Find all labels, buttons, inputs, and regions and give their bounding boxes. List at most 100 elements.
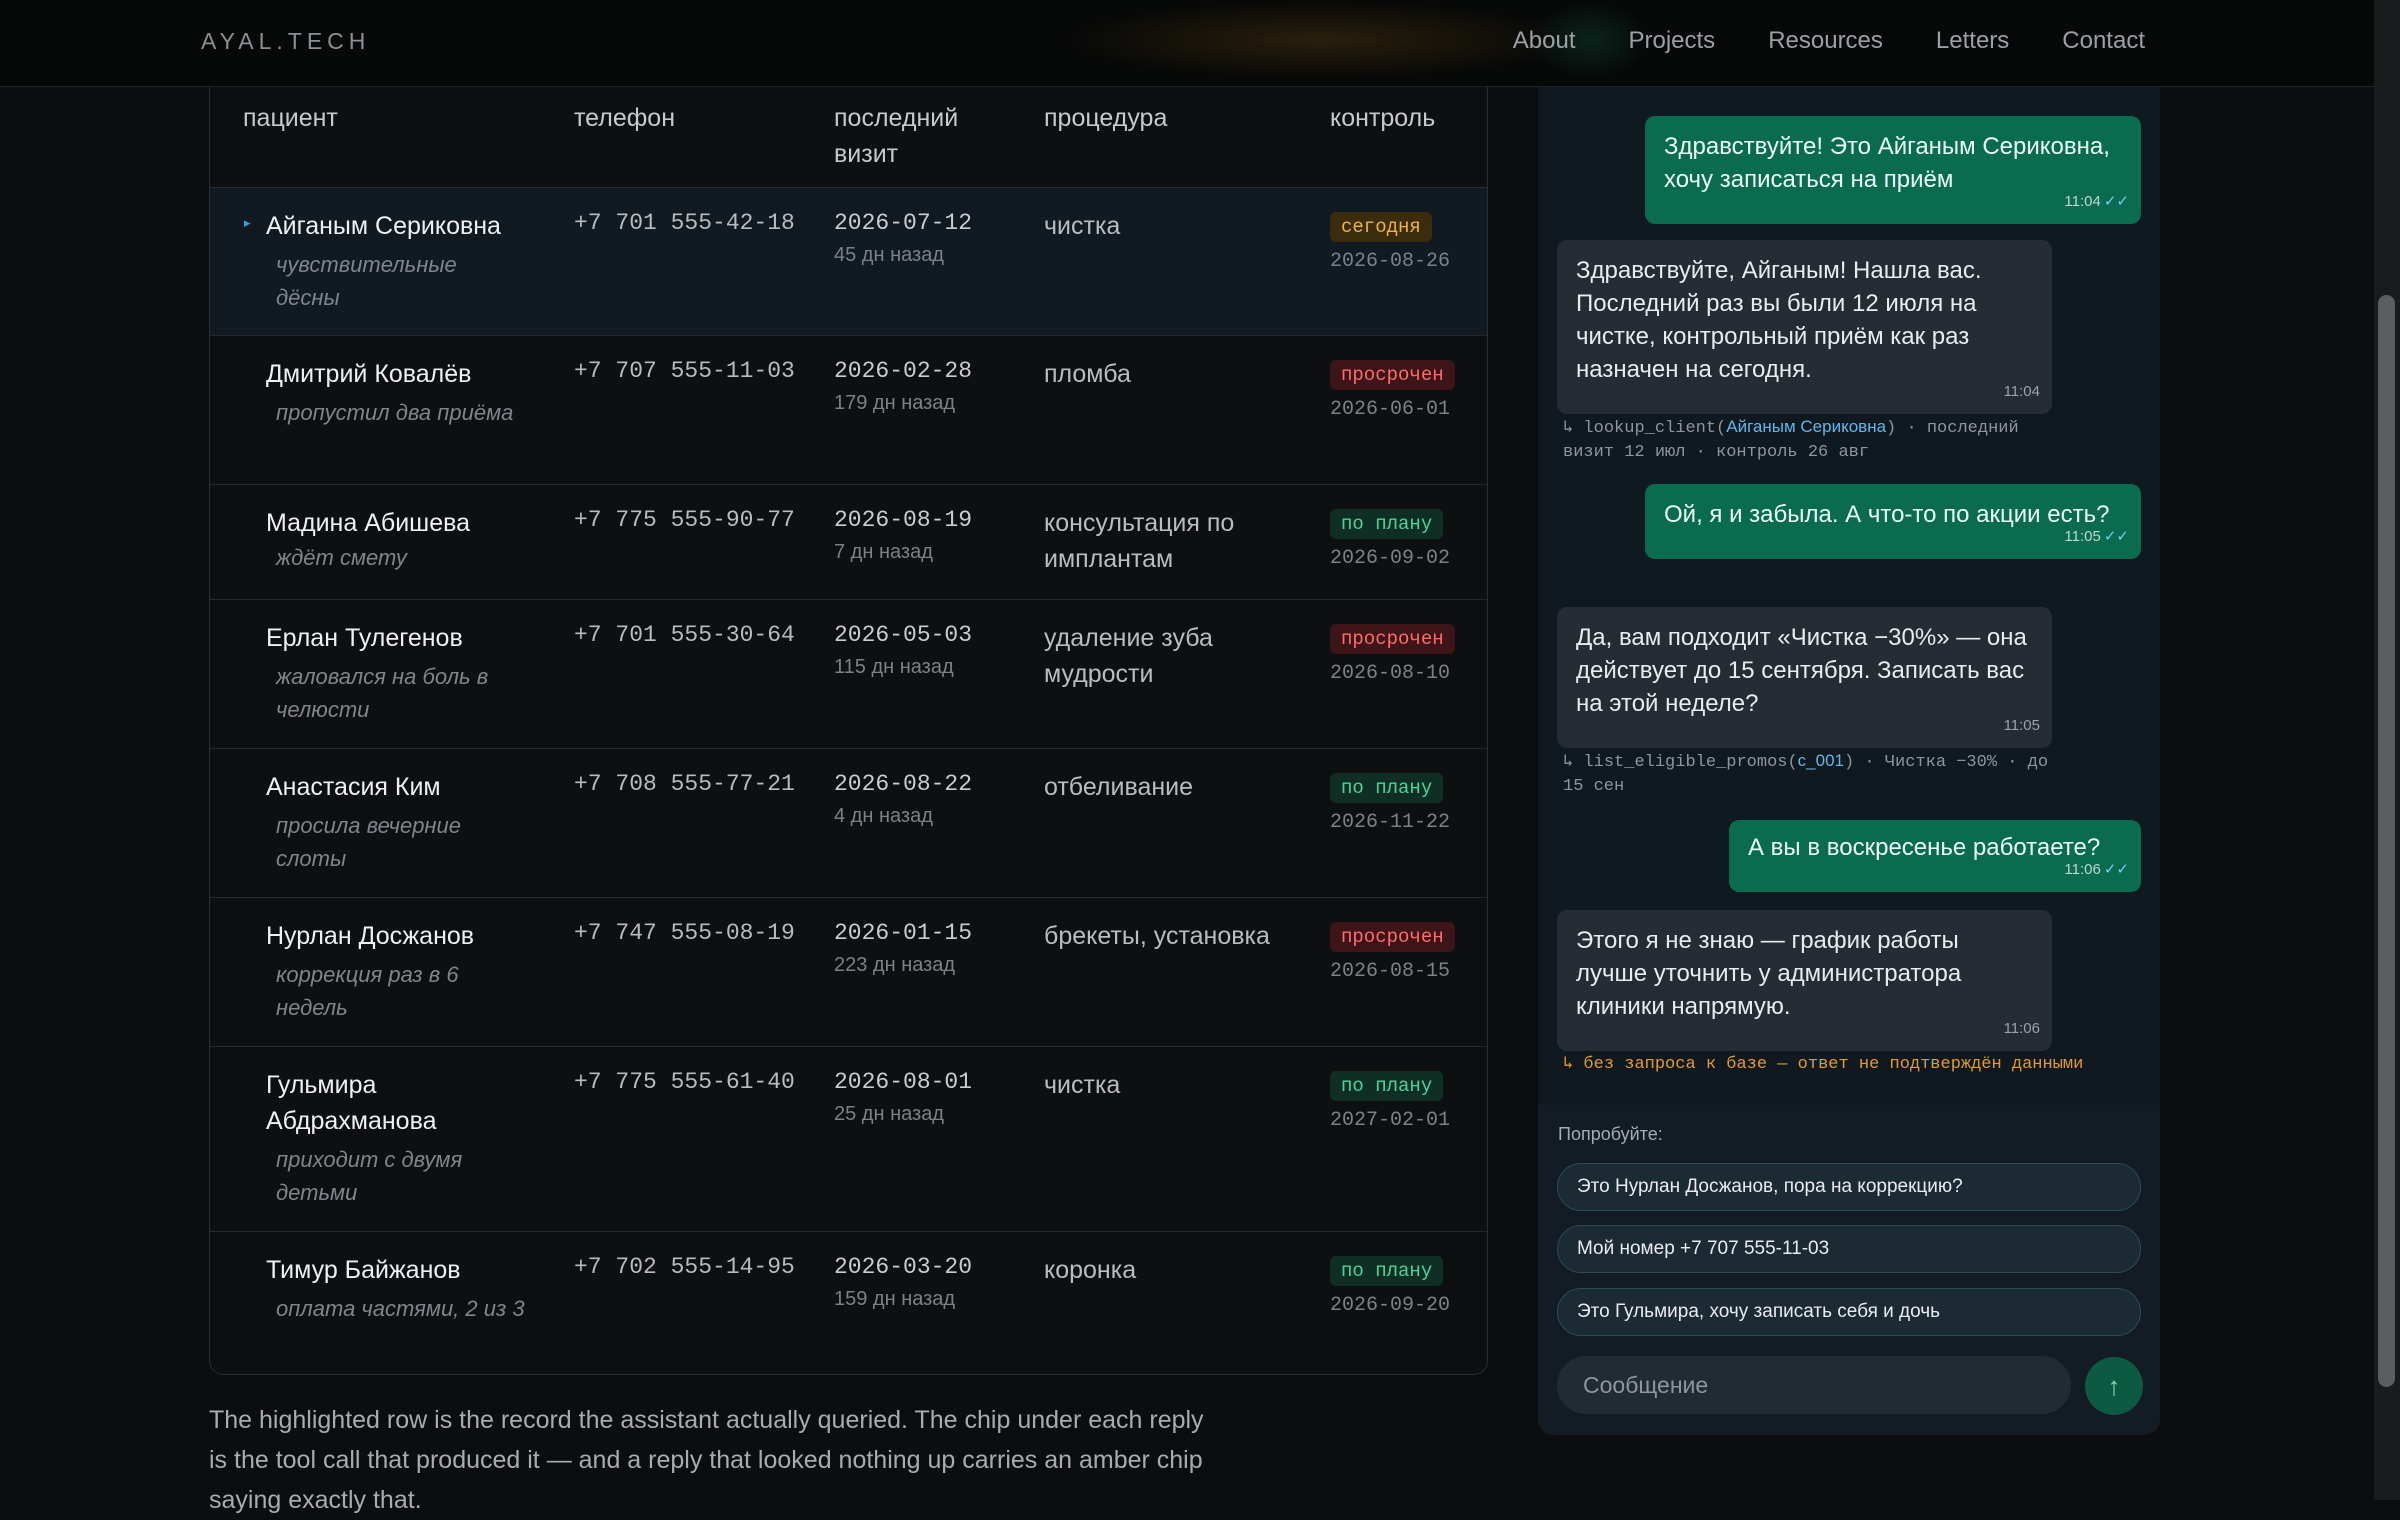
read-receipt-icon: ✓✓	[2103, 193, 2129, 210]
patient-note: жаловался на боль в челюсти	[276, 664, 489, 722]
patient-name: Гульмира Абдрахманова	[266, 1071, 437, 1135]
message-text: Здравствуйте, Айганым! Нашла вас. Послед…	[1576, 257, 1982, 383]
table-row[interactable]: Ерлан Тулегенов жаловался на боль в челю…	[210, 600, 1487, 749]
last-visit-ago: 159 дн назад	[834, 1288, 956, 1310]
last-visit-date: 2026-07-12	[834, 210, 973, 236]
last-visit-ago: 25 дн назад	[834, 1103, 944, 1125]
site-logo[interactable]: AYAL.TECH	[201, 28, 370, 55]
patient-phone: +7 775 555-61-40	[574, 1069, 795, 1095]
chat-panel: Здравствуйте! Это Айганым Сериковна, хоч…	[1538, 60, 2160, 1435]
table-row[interactable]: Анастасия Ким просила вечерние слоты +7 …	[210, 749, 1487, 898]
tool-call-prefix: ↳ lookup_client(	[1563, 419, 1727, 438]
procedure: отбеливание	[1044, 773, 1194, 801]
message-meta: 11:06 ✓✓	[2064, 853, 2129, 886]
patient-note: просила вечерние слоты	[276, 813, 462, 871]
suggestions-label: Попробуйте:	[1558, 1124, 1663, 1144]
last-visit-date: 2026-05-03	[834, 622, 973, 648]
top-navigation-bar: AYAL.TECH About Projects Resources Lette…	[0, 0, 2374, 87]
message-time: 11:05	[2003, 717, 2040, 734]
message-incoming: Да, вам подходит «Чистка −30%» — она дей…	[1557, 607, 2052, 748]
nav-link-projects[interactable]: Projects	[1628, 27, 1715, 55]
read-receipt-icon: ✓✓	[2103, 861, 2129, 878]
status-badge: по плану	[1330, 509, 1444, 539]
status-badge: сегодня	[1330, 212, 1432, 242]
procedure: коронка	[1044, 1256, 1137, 1284]
patient-note: пропустил два приёма	[276, 400, 514, 425]
message-text: Здравствуйте! Это Айганым Сериковна, хоч…	[1664, 133, 2110, 193]
send-button[interactable]: ↑	[2085, 1357, 2143, 1415]
table-row[interactable]: Дмитрий Ковалёв пропустил два приёма +7 …	[210, 336, 1487, 485]
column-header-patient: пациент	[243, 104, 338, 132]
unverified-reply-chip: ↳ без запроса к базе — ответ не подтверж…	[1563, 1055, 2084, 1074]
control-date: 2026-08-10	[1330, 662, 1451, 685]
column-header-last-visit-line1: последний	[834, 104, 959, 132]
nav-link-letters[interactable]: Letters	[1936, 27, 2009, 55]
table-row[interactable]: Мадина Абишева ждёт смету +7 775 555-90-…	[210, 485, 1487, 600]
nav-link-resources[interactable]: Resources	[1768, 27, 1883, 55]
message-outgoing: Ой, я и забыла. А что-то по акции есть? …	[1645, 484, 2141, 559]
message-time: 11:05	[2064, 528, 2101, 545]
last-visit-ago: 45 дн назад	[834, 244, 944, 266]
tool-call-arg: c_001	[1797, 751, 1844, 770]
nav-link-about[interactable]: About	[1513, 27, 1576, 55]
control-date: 2026-08-15	[1330, 960, 1451, 983]
suggestion-chip[interactable]: Мой номер +7 707 555-11-03	[1557, 1225, 2141, 1273]
table-row[interactable]: Тимур Байжанов оплата частями, 2 из 3 +7…	[210, 1232, 1487, 1374]
header-glow	[1060, 0, 1580, 80]
patient-name: Айганым Сериковна	[266, 212, 501, 240]
last-visit-date: 2026-02-28	[834, 358, 973, 384]
status-badge: просрочен	[1330, 360, 1455, 390]
message-text: Ой, я и забыла. А что-то по акции есть?	[1664, 501, 2110, 528]
suggestion-chip[interactable]: Это Гульмира, хочу записать себя и дочь	[1557, 1288, 2141, 1336]
page-scrollbar-thumb[interactable]	[2378, 295, 2395, 1387]
message-time: 11:06	[2064, 861, 2101, 878]
arrow-up-icon: ↑	[2107, 1371, 2121, 1401]
control-date: 2026-06-01	[1330, 398, 1451, 421]
tool-call-chip: ↳ list_eligible_promos(c_001) · Чистка −…	[1563, 749, 2073, 799]
message-meta: 11:05 ✓✓	[2064, 520, 2129, 553]
patient-name: Нурлан Досжанов	[266, 922, 475, 950]
status-badge: по плану	[1330, 1256, 1444, 1286]
control-date: 2026-11-22	[1330, 811, 1451, 834]
message-time: 11:04	[2064, 193, 2101, 210]
read-receipt-icon: ✓✓	[2103, 528, 2129, 545]
message-input[interactable]	[1557, 1356, 2071, 1414]
last-visit-date: 2026-08-01	[834, 1069, 973, 1095]
message-text: Этого я не знаю — график работы лучше ут…	[1576, 927, 1962, 1020]
procedure: удаление зуба мудрости	[1044, 624, 1213, 688]
message-text: Да, вам подходит «Чистка −30%» — она дей…	[1576, 624, 2027, 717]
patient-note: чувствительные дёсны	[276, 252, 457, 310]
control-date: 2026-09-20	[1330, 1294, 1451, 1317]
patient-note: приходит с двумя детьми	[276, 1147, 463, 1205]
patient-name: Мадина Абишева	[266, 509, 471, 537]
patient-phone: +7 702 555-14-95	[574, 1254, 795, 1280]
patient-name: Тимур Байжанов	[266, 1256, 461, 1284]
status-badge: по плану	[1330, 1071, 1444, 1101]
table-row[interactable]: Нурлан Досжанов коррекция раз в 6 недель…	[210, 898, 1487, 1047]
main-nav: About Projects Resources Letters Contact	[1513, 27, 2145, 55]
patient-note: ждёт смету	[276, 545, 407, 570]
patient-phone: +7 708 555-77-21	[574, 771, 795, 797]
message-outgoing: Здравствуйте! Это Айганым Сериковна, хоч…	[1645, 116, 2141, 224]
last-visit-ago: 223 дн назад	[834, 954, 956, 976]
message-incoming: Этого я не знаю — график работы лучше ут…	[1557, 910, 2052, 1051]
table-row[interactable]: Гульмира Абдрахманова приходит с двумя д…	[210, 1047, 1487, 1232]
suggestion-chip[interactable]: Это Нурлан Досжанов, пора на коррекцию?	[1557, 1163, 2141, 1211]
message-incoming: Здравствуйте, Айганым! Нашла вас. Послед…	[1557, 240, 2052, 414]
column-header-phone: телефон	[574, 104, 676, 132]
procedure: чистка	[1044, 212, 1121, 240]
tool-call-prefix: ↳ list_eligible_promos(	[1563, 753, 1798, 772]
last-visit-ago: 7 дн назад	[834, 541, 933, 563]
message-meta: 11:04 ✓✓	[2064, 185, 2129, 218]
patient-phone: +7 775 555-90-77	[574, 507, 795, 533]
status-badge: просрочен	[1330, 624, 1455, 654]
nav-link-contact[interactable]: Contact	[2062, 27, 2145, 55]
table-row-selected[interactable]: ▸ Айганым Сериковна чувствительные дёсны…	[210, 188, 1487, 336]
status-badge: по плану	[1330, 773, 1444, 803]
column-header-procedure: процедура	[1044, 104, 1168, 132]
chat-messages[interactable]: Здравствуйте! Это Айганым Сериковна, хоч…	[1538, 60, 2160, 1105]
control-date: 2027-02-01	[1330, 1109, 1451, 1132]
patient-phone: +7 701 555-42-18	[574, 210, 795, 236]
status-badge: просрочен	[1330, 922, 1455, 952]
last-visit-ago: 115 дн назад	[834, 656, 954, 678]
